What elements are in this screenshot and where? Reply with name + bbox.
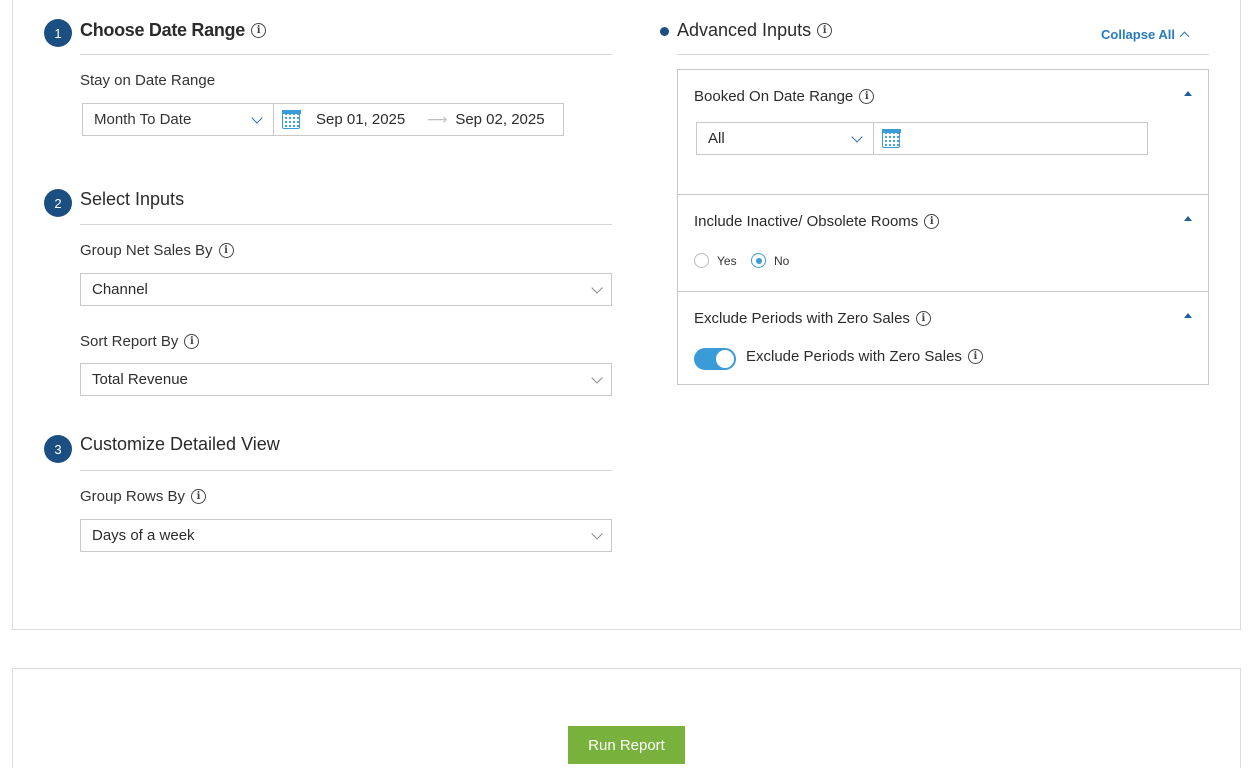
divider — [80, 224, 612, 225]
zero-sales-toggle-label: Exclude Periods with Zero Sales i — [746, 348, 983, 365]
booked-on-value: All — [708, 130, 725, 147]
radio-no-label: No — [774, 253, 790, 268]
sort-report-value: Total Revenue — [92, 371, 188, 388]
advanced-inputs-box: Booked On Date Range i All Include Inact… — [677, 69, 1209, 385]
chevron-down-icon — [591, 372, 603, 384]
booked-on-picker: All — [696, 122, 1148, 155]
info-icon[interactable]: i — [859, 89, 875, 104]
zero-sales-title: Exclude Periods with Zero Sales i — [694, 310, 931, 327]
booked-on-title: Booked On Date Range i — [694, 88, 875, 105]
booked-on-title-text: Booked On Date Range — [694, 88, 854, 105]
sort-report-label-text: Sort Report By — [80, 333, 179, 350]
group-rows-value: Days of a week — [92, 527, 195, 544]
step-1-title: Choose Date Range i — [80, 20, 266, 41]
advanced-inputs-title: Advanced Inputs i — [677, 20, 833, 41]
advanced-bullet — [660, 27, 669, 36]
stay-date-range-picker: Month To Date Sep 01, 2025 ⟶ Sep 02, 202… — [82, 103, 564, 136]
group-net-sales-label-text: Group Net Sales By — [80, 242, 213, 259]
step-3-badge: 3 — [44, 435, 72, 463]
info-icon[interactable]: i — [218, 243, 234, 258]
divider — [80, 470, 612, 471]
zero-sales-toggle[interactable] — [694, 348, 736, 370]
group-rows-select[interactable]: Days of a week — [80, 519, 612, 552]
date-range-input[interactable]: Sep 01, 2025 ⟶ Sep 02, 2025 — [274, 104, 563, 135]
divider — [677, 54, 1209, 55]
group-rows-label-text: Group Rows By — [80, 488, 186, 505]
step-2-title: Select Inputs — [80, 189, 185, 209]
info-icon[interactable]: i — [184, 334, 200, 349]
group-net-sales-label: Group Net Sales By i — [80, 242, 234, 259]
calendar-icon[interactable] — [281, 110, 301, 129]
group-net-sales-select[interactable]: Channel — [80, 273, 612, 306]
arrow-right-icon: ⟶ — [427, 111, 448, 127]
chevron-up-icon — [1179, 31, 1190, 42]
radio-yes-label: Yes — [717, 253, 737, 268]
info-icon[interactable]: i — [924, 214, 940, 229]
booked-on-section: Booked On Date Range i All — [678, 70, 1208, 195]
radio-no[interactable]: No — [751, 253, 789, 268]
sort-report-select[interactable]: Total Revenue — [80, 363, 612, 396]
chevron-down-icon — [251, 112, 263, 124]
inactive-rooms-title-text: Include Inactive/ Obsolete Rooms — [694, 213, 919, 230]
info-icon[interactable]: i — [967, 349, 983, 364]
chevron-down-icon — [851, 131, 863, 143]
caret-up-icon[interactable] — [1184, 313, 1192, 318]
info-icon[interactable]: i — [817, 23, 833, 38]
date-preset-value: Month To Date — [94, 111, 192, 128]
end-date: Sep 02, 2025 — [455, 111, 545, 128]
booked-on-select[interactable]: All — [697, 123, 874, 154]
info-icon[interactable]: i — [191, 489, 207, 504]
radio-yes-circle[interactable] — [694, 253, 709, 268]
date-preset-select[interactable]: Month To Date — [83, 104, 274, 135]
zero-sales-section: Exclude Periods with Zero Sales i Exclud… — [678, 292, 1208, 384]
step-3-title: Customize Detailed View — [80, 434, 280, 454]
group-rows-label: Group Rows By i — [80, 488, 207, 505]
radio-yes[interactable]: Yes — [694, 253, 737, 268]
collapse-all-button[interactable]: Collapse All — [1101, 27, 1190, 42]
info-icon[interactable]: i — [250, 23, 266, 38]
start-date: Sep 01, 2025 — [316, 111, 406, 128]
sort-report-label: Sort Report By i — [80, 333, 200, 350]
zero-sales-title-text: Exclude Periods with Zero Sales — [694, 310, 910, 327]
chevron-down-icon — [591, 282, 603, 294]
radio-no-circle[interactable] — [751, 253, 766, 268]
zero-sales-toggle-text: Exclude Periods with Zero Sales — [746, 348, 962, 365]
calendar-icon[interactable] — [881, 129, 901, 148]
divider — [80, 54, 612, 55]
caret-up-icon[interactable] — [1184, 216, 1192, 221]
advanced-inputs-title-text: Advanced Inputs — [677, 20, 812, 40]
step-2-badge: 2 — [44, 189, 72, 217]
chevron-down-icon — [591, 528, 603, 540]
run-report-button[interactable]: Run Report — [568, 726, 685, 764]
stay-date-range-label: Stay on Date Range — [80, 72, 216, 89]
booked-on-date-input[interactable] — [874, 123, 1147, 154]
collapse-all-label: Collapse All — [1101, 27, 1175, 42]
group-net-sales-value: Channel — [92, 281, 148, 298]
step-1-badge: 1 — [44, 19, 72, 47]
step-1-title-text: Choose Date Range — [80, 20, 245, 40]
caret-up-icon[interactable] — [1184, 91, 1192, 96]
inactive-rooms-title: Include Inactive/ Obsolete Rooms i — [694, 213, 940, 230]
info-icon[interactable]: i — [915, 311, 931, 326]
inactive-rooms-section: Include Inactive/ Obsolete Rooms i Yes N… — [678, 195, 1208, 292]
